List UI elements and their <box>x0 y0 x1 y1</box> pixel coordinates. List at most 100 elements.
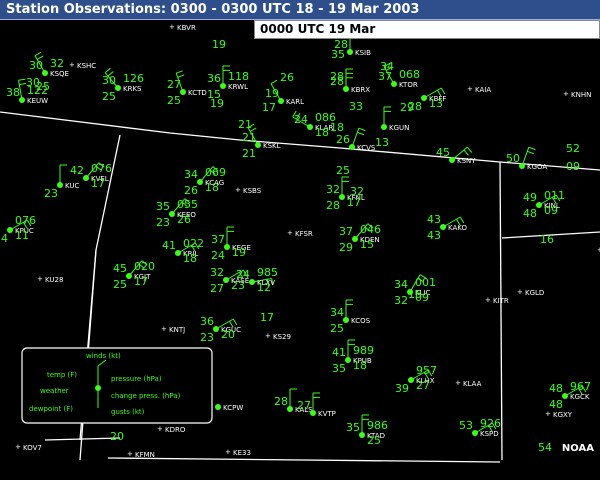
station-kden[interactable]: KDEN372904615 <box>339 223 381 254</box>
station-plus: + <box>169 23 175 31</box>
pressure-value: 989 <box>353 344 374 357</box>
pressure-value: 957 <box>416 364 437 377</box>
temperature-value: 37 <box>211 233 225 246</box>
station-ksny[interactable]: KSNY 45 <box>436 146 476 165</box>
station-ktad[interactable]: KTAD35 98625 <box>346 414 388 447</box>
station-kgoa[interactable]: KGOA 50 <box>506 146 547 171</box>
station-kgld[interactable]: + KGLD <box>517 288 544 297</box>
station-kfmn[interactable]: + KFMN <box>127 450 155 459</box>
pressure-value: 011 <box>544 189 565 202</box>
temperature-value: 41 <box>332 346 346 359</box>
dewpoint-value: 26 <box>184 184 198 197</box>
station-id: KCOS <box>351 317 371 325</box>
station-klhx[interactable]: KLHX3995727 <box>395 364 437 395</box>
obs-value: 15 <box>408 288 422 301</box>
station-ke33[interactable]: + KE33 <box>225 448 251 457</box>
station-ksqe[interactable]: KSQE 30 32 <box>29 51 69 78</box>
temperature-value: 32 <box>326 183 340 196</box>
station-kfsr[interactable]: + KFSR <box>287 229 313 238</box>
station-map[interactable]: + KBVRKSIB28KSQE30 32 + KSHCKEUW38 122 KRKS302… <box>0 20 600 480</box>
station-id: KLAA <box>463 380 482 388</box>
station-kpuc[interactable]: KPUC2407611 <box>0 214 36 245</box>
station-id: KAIA <box>475 86 491 94</box>
temperature-value: 38 <box>6 86 20 99</box>
temperature-value: 48 <box>549 382 563 395</box>
station-kaia[interactable]: + KAIA <box>467 85 491 94</box>
pressure-value: 046 <box>360 223 381 236</box>
temperature-value: 27 <box>297 399 311 412</box>
station-keeo[interactable]: KEEO352305526 <box>156 198 198 229</box>
temperature-value: 42 <box>70 164 84 177</box>
station-ks29[interactable]: + KS29 <box>265 332 291 341</box>
station-ku28[interactable]: + KU28 <box>37 275 63 284</box>
station-kcpw[interactable]: KCPW <box>215 404 243 412</box>
station-id: KOV7 <box>23 444 42 452</box>
station-kspd[interactable]: KSPD 53 926 <box>459 417 501 438</box>
legend-weather: weather <box>40 387 69 395</box>
station-kgxy[interactable]: + KGXY <box>545 410 573 419</box>
legend-change: change press. (hPa) <box>111 392 181 400</box>
station-klaa[interactable]: + KLAA <box>455 379 482 388</box>
temperature-value: 35 <box>156 200 170 213</box>
station-krks[interactable]: KRKS 30 25 126 <box>102 67 144 103</box>
station-ksbs[interactable]: + KSBS <box>235 186 262 195</box>
station-plus: + <box>563 90 569 98</box>
station-kguc[interactable]: KGUC3623 20 <box>200 315 241 344</box>
station-id: KFMN <box>135 451 155 459</box>
dewpoint-value: 23 <box>156 216 170 229</box>
station-id: KGLD <box>525 289 544 297</box>
temperature-value: 37 <box>339 225 353 238</box>
station-id: KCVS <box>357 144 376 152</box>
station-kege[interactable]: KEGE3724 19 <box>211 226 251 262</box>
legend: winds (kt) temp (F) weather dewpoint (F)… <box>21 347 213 424</box>
pressure-value: 076 <box>15 214 36 227</box>
pressure-change-value: 18 <box>183 252 197 265</box>
station-id: KBRX <box>351 86 370 94</box>
station-kov7[interactable]: + KOV7 <box>15 443 42 452</box>
station-kgjt[interactable]: KGJT452502017 <box>113 260 155 291</box>
station-id: KRKS <box>123 85 142 93</box>
station-id: KS29 <box>273 333 291 341</box>
station-id: KGUN <box>389 124 409 132</box>
station-kctd[interactable]: KCTD 27 25 <box>167 70 207 107</box>
dewpoint-value: 48 <box>523 207 537 220</box>
station-kpub[interactable]: KPUB413598918 <box>332 339 374 375</box>
station-id: KSBS <box>243 187 262 195</box>
pressure-value: 967 <box>570 380 591 393</box>
station-kgck[interactable]: KGCK 48 48 967 <box>549 380 591 411</box>
station-plus: + <box>225 448 231 456</box>
station-kshc[interactable]: + KSHC <box>69 61 96 70</box>
station-plus: + <box>69 61 75 69</box>
station-plus: + <box>287 229 293 237</box>
pressure-value: 069 <box>205 166 226 179</box>
station-kitr[interactable]: + KITR <box>485 296 509 305</box>
station-krwl[interactable]: KRWL3615118 <box>207 65 249 101</box>
station-id: KUC <box>65 182 80 190</box>
temperature-value: 26 <box>336 133 350 146</box>
wind-barb <box>528 146 536 151</box>
station-kinl[interactable]: KINL494801109 <box>523 189 565 220</box>
pressure-change-value: 19 <box>232 246 246 259</box>
temperature-value: 50 <box>506 152 520 165</box>
station-knhn[interactable]: + KNHN <box>563 90 591 99</box>
station-kako[interactable]: KAKO 43 43 <box>427 213 467 242</box>
obs-value: 28 <box>330 70 344 83</box>
station-kbvr[interactable]: + KBVR <box>169 23 196 32</box>
station-kcag[interactable]: KCAG342606918 <box>184 166 226 197</box>
station-kvtp[interactable]: KVTP 27 <box>297 392 336 418</box>
station-plus: + <box>455 379 461 387</box>
wind-barb <box>104 67 111 74</box>
station-id: KCPW <box>223 404 243 412</box>
obs-value: 32 <box>350 185 364 198</box>
temperature-value: 35 <box>346 421 360 434</box>
station-plus: + <box>37 275 43 283</box>
station-kntj[interactable]: + KNTJ <box>161 325 185 334</box>
station-kcos[interactable]: KCOS 34 25 <box>330 299 371 335</box>
station-kril[interactable]: KRIL41 02218 <box>162 237 204 265</box>
station-id: KAKO <box>448 224 467 232</box>
pressure-change-value: 11 <box>15 229 29 242</box>
temperature-value: 34 <box>184 168 198 181</box>
pressure-value: 32 <box>50 57 64 70</box>
station-kdro[interactable]: + KDRO <box>157 425 186 434</box>
station-plus: + <box>157 425 163 433</box>
